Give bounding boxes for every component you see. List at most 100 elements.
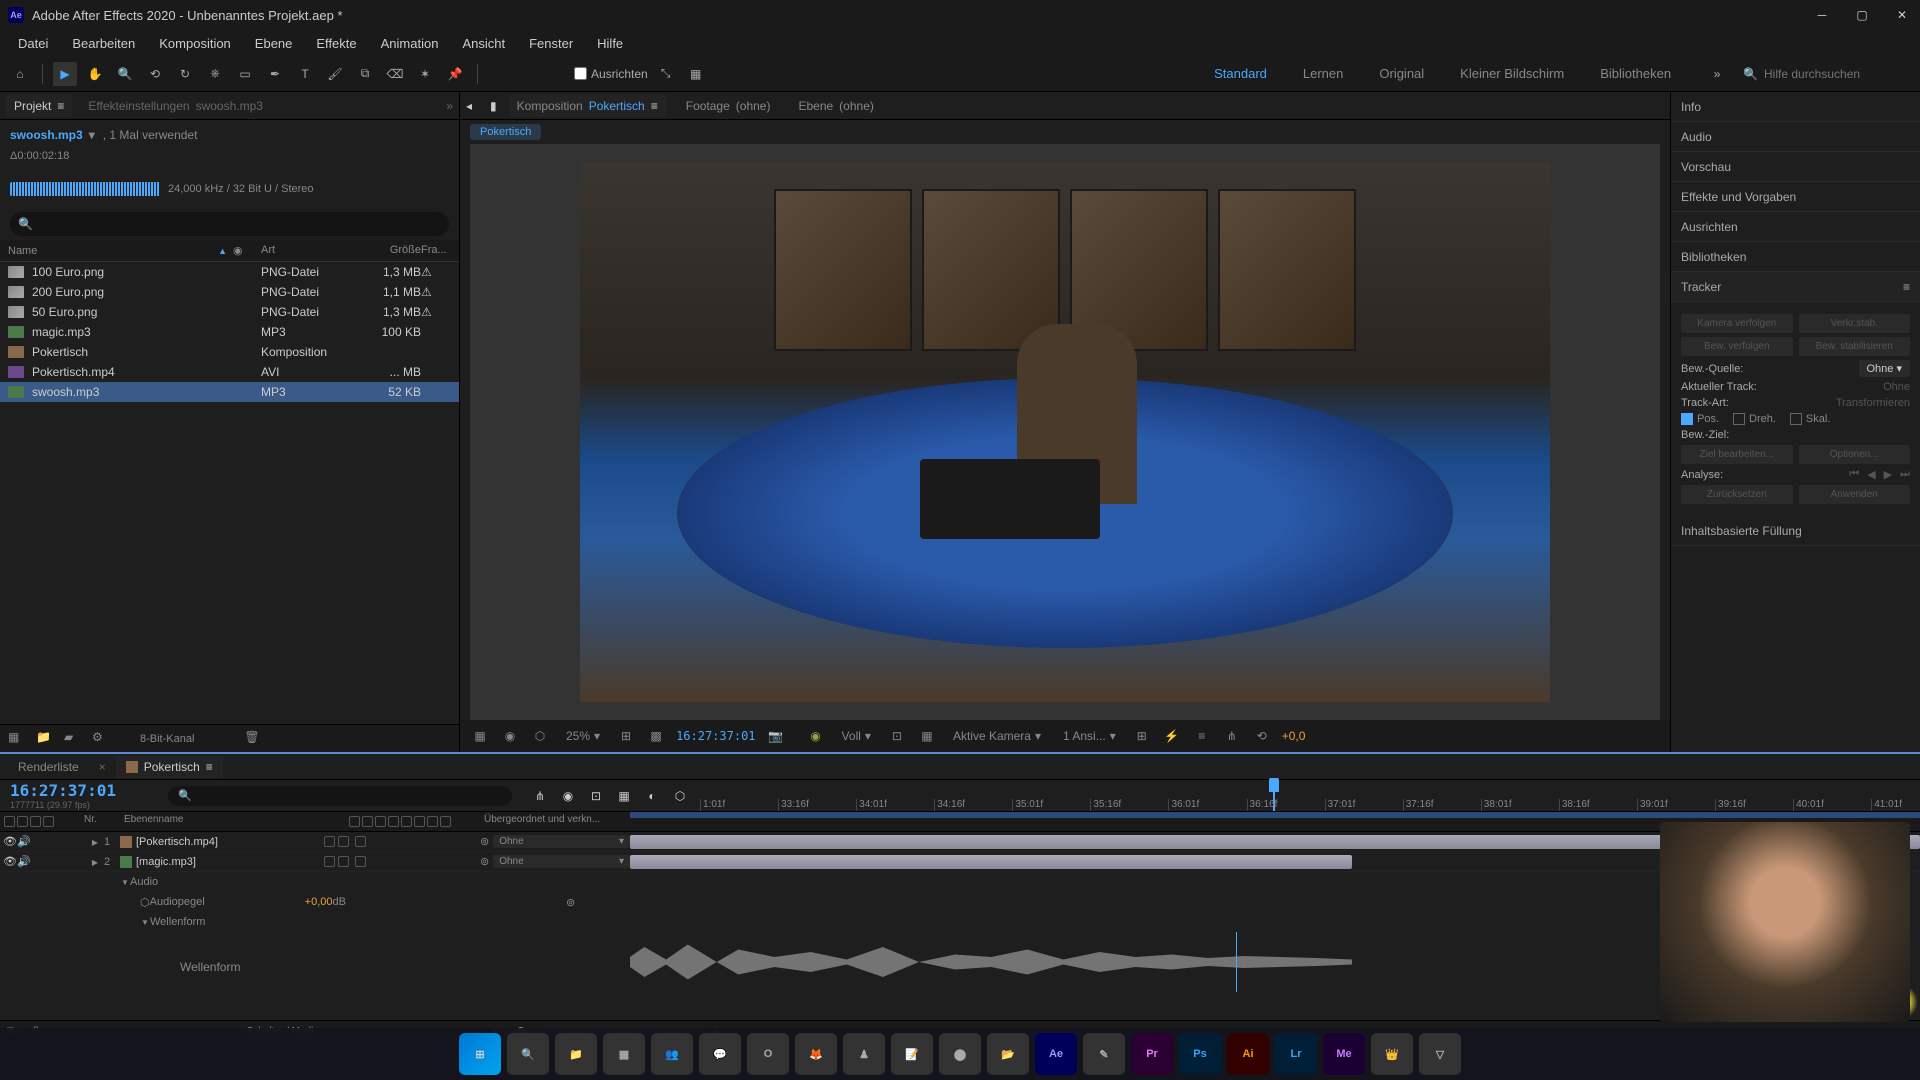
snap-options-icon[interactable]: ⤡	[654, 62, 678, 86]
content-aware-panel-header[interactable]: Inhaltsbasierte Füllung	[1671, 516, 1920, 546]
stabilize-motion-button[interactable]: Bew. stabilisieren	[1799, 337, 1911, 356]
effect-controls-tab[interactable]: Effekteinstellungen swoosh.mp3	[80, 95, 271, 117]
grid-icon[interactable]: ▦	[917, 726, 937, 746]
tracker-apply-button[interactable]: Anwenden	[1799, 485, 1911, 504]
menu-ansicht[interactable]: Ansicht	[452, 32, 515, 55]
draft3d-icon[interactable]: ◉	[558, 786, 578, 806]
taskbar-teams-icon[interactable]: 👥	[651, 1033, 693, 1075]
project-item[interactable]: 50 Euro.pngPNG-Datei1,3 MB⚠	[0, 302, 459, 322]
roto-tool[interactable]: ✶	[413, 62, 437, 86]
track-camera-button[interactable]: Kamera verfolgen	[1681, 314, 1793, 333]
motion-source-dropdown[interactable]: Ohne ▾	[1859, 360, 1911, 377]
camera-dropdown[interactable]: Aktive Kamera ▾	[947, 727, 1047, 745]
orbit-tool[interactable]: ⟲	[143, 62, 167, 86]
selection-tool[interactable]: ▶	[53, 62, 77, 86]
project-item[interactable]: swoosh.mp3MP352 KB	[0, 382, 459, 402]
workspace-lernen[interactable]: Lernen	[1295, 62, 1351, 85]
project-settings-icon[interactable]: ⚙	[92, 730, 110, 748]
rect-tool[interactable]: ▭	[233, 62, 257, 86]
workspace-standard[interactable]: Standard	[1206, 62, 1275, 85]
comp-tab-ebene[interactable]: Ebene (ohne)	[790, 95, 881, 117]
camera-tool[interactable]: ⎈	[203, 62, 227, 86]
timeline-layer[interactable]: 👁🔊 2 [magic.mp3] ⊚Ohne ▾	[0, 852, 1920, 872]
transparency-icon[interactable]: ▩	[646, 726, 666, 746]
graph-editor-icon[interactable]: ⬡	[670, 786, 690, 806]
comp-marker-icon[interactable]: ▮	[490, 99, 497, 113]
solo-column-icon[interactable]	[30, 816, 41, 827]
flowchart-icon[interactable]: ⋔	[1222, 726, 1242, 746]
channel-icon[interactable]: ◉	[500, 726, 520, 746]
video-column-icon[interactable]	[4, 816, 15, 827]
panel-overflow-icon[interactable]: »	[446, 99, 453, 113]
analyze-back1-icon[interactable]: ⏮	[1849, 468, 1859, 481]
comp-tab-komposition[interactable]: Komposition Pokertisch ≡	[509, 95, 666, 117]
audio-column-icon[interactable]	[17, 816, 28, 827]
menu-komposition[interactable]: Komposition	[149, 32, 241, 55]
edit-target-button[interactable]: Ziel bearbeiten...	[1681, 445, 1793, 464]
menu-effekte[interactable]: Effekte	[306, 32, 366, 55]
hand-tool[interactable]: ✋	[83, 62, 107, 86]
panel-header-audio[interactable]: Audio	[1671, 122, 1920, 152]
viewer-timecode[interactable]: 16:27:37:01	[676, 729, 755, 743]
tracker-options-button[interactable]: Optionen...	[1799, 445, 1911, 464]
mask-mode-icon[interactable]: ▦	[684, 62, 708, 86]
render-queue-tab[interactable]: Renderliste	[8, 756, 89, 778]
menu-hilfe[interactable]: Hilfe	[587, 32, 633, 55]
eraser-tool[interactable]: ⌫	[383, 62, 407, 86]
analyze-fwd1-icon[interactable]: ⏭	[1900, 468, 1910, 481]
minimize-button[interactable]: ─	[1812, 5, 1832, 25]
fast-preview-icon[interactable]: ⚡	[1162, 726, 1182, 746]
close-button[interactable]: ✕	[1892, 5, 1912, 25]
comp-tab-footage[interactable]: Footage (ohne)	[678, 95, 779, 117]
workspace-kleiner-bildschirm[interactable]: Kleiner Bildschirm	[1452, 62, 1572, 85]
interpret-footage-icon[interactable]: ▦	[8, 730, 26, 748]
taskbar-lr-icon[interactable]: Lr	[1275, 1033, 1317, 1075]
project-tab[interactable]: Projekt ≡	[6, 95, 72, 117]
panel-header-vorschau[interactable]: Vorschau	[1671, 152, 1920, 182]
menu-fenster[interactable]: Fenster	[519, 32, 583, 55]
analyze-back-icon[interactable]: ◀	[1867, 468, 1875, 481]
stamp-tool[interactable]: ⧉	[353, 62, 377, 86]
taskbar-pr-icon[interactable]: Pr	[1131, 1033, 1173, 1075]
flowchart-pill[interactable]: Pokertisch	[470, 124, 541, 140]
mask-icon[interactable]: ⬡	[530, 726, 550, 746]
views-dropdown[interactable]: 1 Ansi... ▾	[1057, 727, 1122, 745]
new-comp-icon[interactable]: ▰	[64, 730, 82, 748]
menu-datei[interactable]: Datei	[8, 32, 58, 55]
new-folder-icon[interactable]: 📁	[36, 730, 54, 748]
color-mgmt-icon[interactable]: ◉	[806, 726, 826, 746]
taskbar-search-icon[interactable]: 🔍	[507, 1033, 549, 1075]
layer-search-input[interactable]	[168, 786, 512, 806]
resolution-dropdown[interactable]: Voll ▾	[836, 727, 877, 745]
panel-header-effekte-und-vorgaben[interactable]: Effekte und Vorgaben	[1671, 182, 1920, 212]
snapshot-icon[interactable]: 📷	[766, 726, 786, 746]
taskbar-me-icon[interactable]: Me	[1323, 1033, 1365, 1075]
taskbar-ai-icon[interactable]: Ai	[1227, 1033, 1269, 1075]
zoom-dropdown[interactable]: 25% ▾	[560, 727, 606, 745]
comp-mini-flowchart-icon[interactable]: ⋔	[530, 786, 550, 806]
panel-header-info[interactable]: Info	[1671, 92, 1920, 122]
zoom-tool[interactable]: 🔍	[113, 62, 137, 86]
taskbar-editor-icon[interactable]: ✎	[1083, 1033, 1125, 1075]
menu-ebene[interactable]: Ebene	[245, 32, 303, 55]
panel-header-bibliotheken[interactable]: Bibliotheken	[1671, 242, 1920, 272]
taskbar-obs-icon[interactable]: ⬤	[939, 1033, 981, 1075]
project-item[interactable]: Pokertisch.mp4AVI... MB	[0, 362, 459, 382]
taskbar-notes-icon[interactable]: 📝	[891, 1033, 933, 1075]
workspace-bibliotheken[interactable]: Bibliotheken	[1592, 62, 1679, 85]
timeline-comp-tab[interactable]: Pokertisch ≡	[116, 756, 223, 778]
trash-icon[interactable]: 🗑	[244, 730, 262, 748]
pen-tool[interactable]: ✒	[263, 62, 287, 86]
pixel-aspect-icon[interactable]: ⊞	[1132, 726, 1152, 746]
timeline-icon[interactable]: ≡	[1192, 726, 1212, 746]
taskbar-app1-icon[interactable]: ♟	[843, 1033, 885, 1075]
project-item[interactable]: PokertischKomposition	[0, 342, 459, 362]
reset-exposure-icon[interactable]: ⟲	[1252, 726, 1272, 746]
alpha-toggle-icon[interactable]: ▦	[470, 726, 490, 746]
timeline-layer[interactable]: 👁🔊 1 [Pokertisch.mp4] ⊚Ohne ▾	[0, 832, 1920, 852]
exposure-value[interactable]: +0,0	[1282, 729, 1306, 743]
maximize-button[interactable]: ▢	[1852, 5, 1872, 25]
text-tool[interactable]: T	[293, 62, 317, 86]
panel-header-ausrichten[interactable]: Ausrichten	[1671, 212, 1920, 242]
roi-icon[interactable]: ⊡	[887, 726, 907, 746]
